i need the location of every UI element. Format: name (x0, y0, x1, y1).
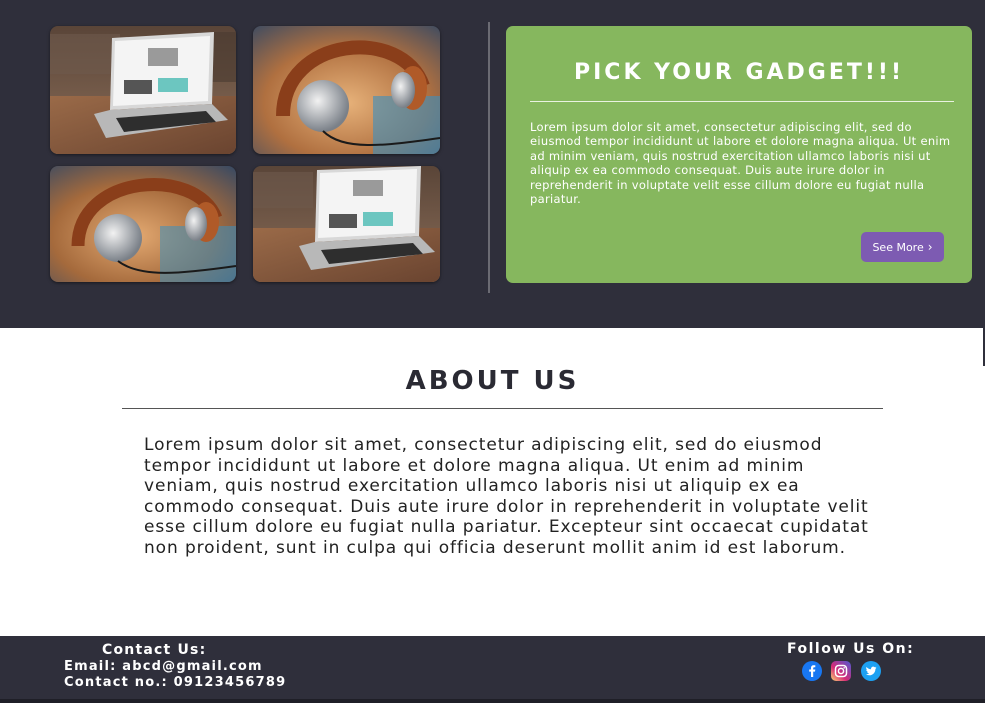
footer-bottom-bar (0, 699, 985, 703)
see-more-label: See More (872, 240, 924, 254)
twitter-icon[interactable] (861, 661, 881, 681)
section-divider (488, 22, 490, 293)
about-divider (122, 408, 883, 409)
footer: Contact Us: Email: abcd@gmail.com Contac… (0, 636, 985, 703)
follow-title: Follow Us On: (787, 641, 915, 657)
promo-card: PICK YOUR GADGET!!! Lorem ipsum dolor si… (506, 26, 972, 283)
promo-text: Lorem ipsum dolor sit amet, consectetur … (530, 120, 951, 207)
laptop-photo[interactable] (253, 166, 440, 282)
contact-phone[interactable]: Contact no.: 09123456789 (64, 675, 286, 690)
facebook-icon[interactable] (802, 661, 822, 681)
laptop-photo[interactable] (50, 26, 236, 154)
contact-email[interactable]: Email: abcd@gmail.com (64, 659, 263, 674)
headphones-photo[interactable] (253, 26, 440, 154)
headphones-photo[interactable] (50, 166, 236, 282)
contact-title: Contact Us: (102, 642, 207, 658)
about-text: Lorem ipsum dolor sit amet, consectetur … (144, 435, 869, 558)
about-title: ABOUT US (405, 366, 580, 396)
chevron-right-icon: › (927, 240, 933, 254)
hero-section: PICK YOUR GADGET!!! Lorem ipsum dolor si… (0, 0, 985, 328)
instagram-icon[interactable] (831, 661, 851, 681)
promo-title: PICK YOUR GADGET!!! (573, 60, 904, 85)
see-more-button[interactable]: See More › (861, 232, 944, 262)
promo-divider (530, 101, 954, 102)
